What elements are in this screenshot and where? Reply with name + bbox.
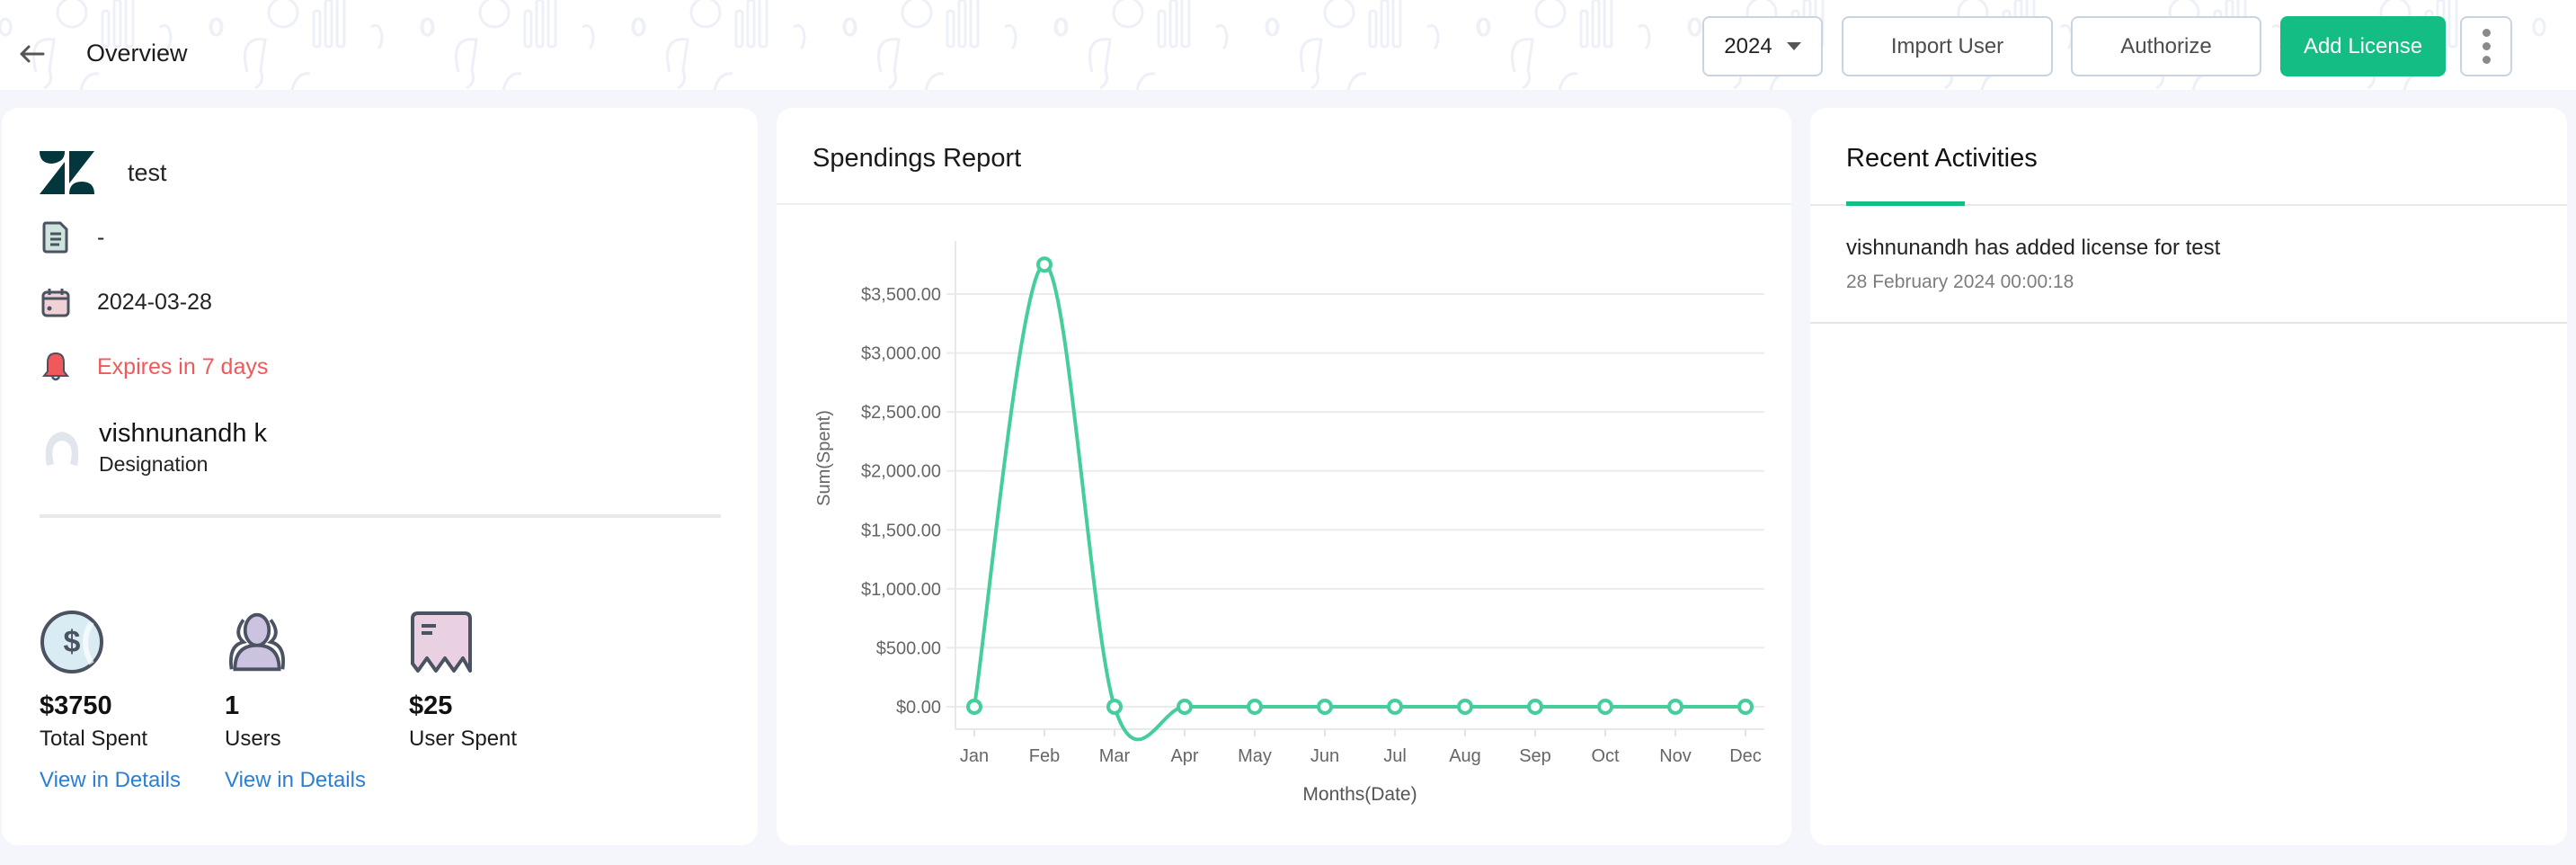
x-tick-label: Aug [1449,746,1481,766]
data-point [1737,699,1754,715]
add-license-button[interactable]: Add License [2280,16,2446,76]
y-axis-label: Sum(Spent) [814,410,834,506]
data-point [1106,699,1123,715]
data-point [1667,699,1683,715]
data-point [1387,699,1403,715]
description-row: - [40,221,104,254]
app-name-row: test [40,151,167,194]
date-value: 2024-03-28 [97,289,212,315]
activity-time: 28 February 2024 00:00:18 [1846,272,2074,292]
x-tick-label: Mar [1099,746,1131,766]
x-tick-label: May [1238,746,1272,766]
owner-info: vishnunandh k Designation [99,419,267,477]
users-value: 1 [225,691,240,720]
calendar-icon [40,286,72,318]
data-point [1317,699,1333,715]
x-tick-label: Oct [1591,746,1620,766]
y-tick-label: $0.00 [896,698,941,718]
data-point [1527,699,1543,715]
app-name: test [128,158,167,186]
svg-text:$: $ [64,625,81,659]
owner-designation: Designation [99,452,209,476]
user-spent-value: $25 [409,691,453,720]
x-tick-label: Dec [1729,746,1762,766]
receipt-icon [411,611,472,673]
users-details-link[interactable]: View in Details [225,768,366,793]
owner-row: vishnunandh k Designation [40,419,267,477]
data-point [966,699,982,715]
x-tick-label: Jan [960,746,989,766]
data-point [1177,699,1193,715]
app-info-card: test - 2024-03-28 Expires in 7 days vish… [2,108,758,845]
caret-down-icon [1786,42,1801,50]
data-point [1457,699,1473,715]
zendesk-logo-icon [40,151,95,194]
y-tick-label: $3,500.00 [861,285,941,305]
recent-activities-card: Recent Activities vishnunandh has added … [1810,108,2567,845]
avatar [40,426,84,471]
divider [40,514,721,518]
x-tick-label: Nov [1659,746,1692,766]
page-title: Overview [86,40,188,67]
x-tick-label: Jun [1310,746,1339,766]
y-tick-label: $1,000.00 [861,580,941,600]
activity-item: vishnunandh has added license for test 2… [1810,205,2567,324]
authorize-button[interactable]: Authorize [2071,16,2261,76]
stat-total-spent: $ $3750 Total Spent View in Details [40,610,181,793]
users-icon [229,612,285,672]
top-bar: Overview 2024 Import User Authorize Add … [0,0,2576,90]
description-value: - [97,224,105,250]
import-user-button[interactable]: Import User [1842,16,2053,76]
y-tick-label: $3,000.00 [861,344,941,364]
y-tick-label: $1,500.00 [861,521,941,540]
y-tick-label: $500.00 [876,638,941,658]
year-select-value: 2024 [1724,33,1772,58]
x-axis-label: Months(Date) [1302,784,1417,805]
users-label: Users [225,727,281,751]
spendings-report-card: Spendings Report $0.00 $500.00 $1,000.00 $1… [777,108,1791,845]
expiry-text: Expires in 7 days [97,353,269,379]
date-row: 2024-03-28 [40,286,212,318]
dollar-coin-icon: $ [40,611,103,673]
year-select[interactable]: 2024 [1702,16,1823,76]
total-spent-value: $3750 [40,691,112,720]
owner-name: vishnunandh k [99,419,268,448]
total-spent-details-link[interactable]: View in Details [40,768,181,793]
data-point [1247,699,1263,715]
user-spent-label: User Spent [409,727,518,751]
x-tick-label: Feb [1029,746,1060,766]
x-tick-label: Jul [1383,746,1407,766]
stat-users: 1 Users View in Details [225,610,366,793]
x-tick-label: Apr [1170,746,1198,766]
total-spent-label: Total Spent [40,727,148,751]
spendings-line-chart: $0.00 $500.00 $1,000.00 $1,500.00 $2,000.00 $… [814,241,1764,805]
document-icon [40,221,72,254]
series-line [973,263,1745,742]
expiry-row: Expires in 7 days [40,351,268,383]
stat-user-spent: $25 User Spent [409,610,517,752]
recent-activities-tab[interactable]: Recent Activities [1846,144,2038,174]
more-options-button[interactable] [2460,16,2512,76]
x-tick-label: Sep [1519,746,1551,766]
data-point [1597,699,1613,715]
back-button[interactable] [16,38,49,70]
activity-message: vishnunandh has added license for test [1846,236,2221,260]
arrow-left-icon [20,45,45,63]
bell-icon [40,351,72,383]
y-tick-label: $2,500.00 [861,403,941,423]
y-tick-label: $2,000.00 [861,462,941,482]
data-point [1036,256,1053,273]
kebab-vertical-icon [2482,29,2491,64]
